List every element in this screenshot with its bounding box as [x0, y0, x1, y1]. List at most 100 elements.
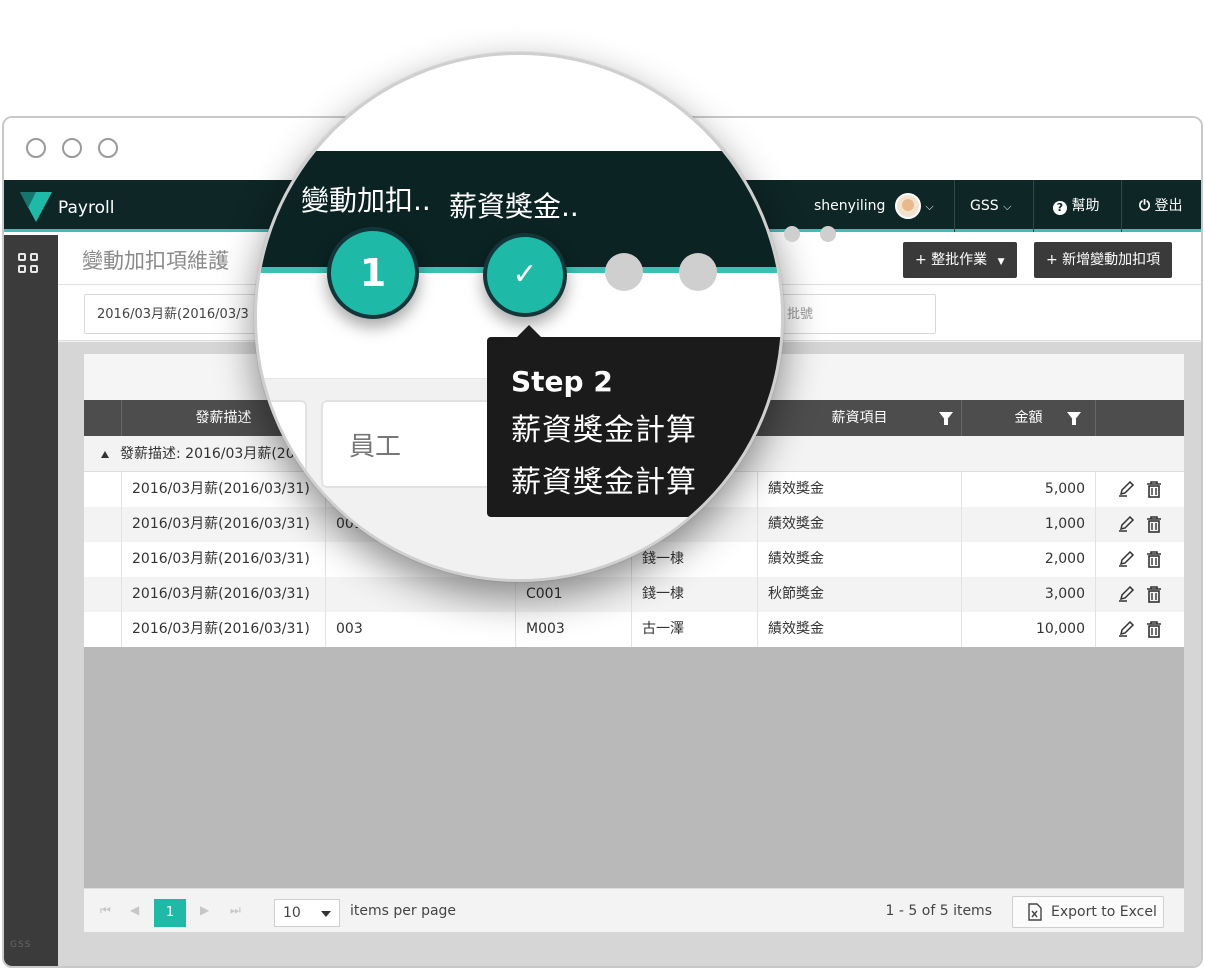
edit-icon[interactable] [1118, 516, 1136, 532]
wizard-step-4[interactable] [679, 253, 717, 291]
wizard-step-2[interactable]: ✓ [483, 233, 567, 317]
row-actions [1096, 577, 1184, 612]
row-indent [84, 507, 122, 542]
row-indent [84, 577, 122, 612]
wizard-tooltip: Step 2 薪資獎金計算 薪資獎金計算 [487, 325, 781, 517]
row-actions [1096, 472, 1184, 507]
table-cell-code: M003 [516, 612, 632, 647]
trash-icon[interactable] [1146, 551, 1162, 568]
first-page-icon[interactable]: ⏮ [100, 903, 111, 918]
pager: ⏮ ◀ 1 ▶ ⏭ 10 items per page 1 - 5 of 5 i… [84, 888, 1184, 932]
wizard-step-title-1: 變動加扣.. [301, 184, 431, 217]
row-actions [1096, 542, 1184, 577]
window-maximize-button[interactable] [98, 138, 118, 158]
table-row[interactable]: 2016/03月薪(2016/03/31) 003 M003 古一澤 績效獎金 10,00… [84, 612, 1184, 647]
add-adjustment-button[interactable]: + 新增變動加扣項 [1034, 242, 1173, 278]
wizard-step-title-2: 薪資獎金.. [449, 190, 579, 223]
filter-icon[interactable] [939, 412, 953, 425]
app-name: Payroll [58, 198, 115, 218]
row-indent [84, 612, 122, 647]
table-cell-amount: 1,000 [962, 507, 1096, 542]
help-link[interactable]: ? 幫助 [1053, 180, 1099, 232]
trash-icon[interactable] [1146, 621, 1162, 638]
user-menu[interactable]: shenyiling ⌵ [814, 180, 934, 232]
pager-summary: 1 - 5 of 5 items [885, 903, 992, 919]
table-cell-item: 績效獎金 [758, 472, 962, 507]
edit-icon[interactable] [1118, 621, 1136, 637]
caret-down-icon: ▼ [997, 257, 1005, 267]
last-page-icon[interactable]: ⏭ [230, 903, 241, 918]
table-cell-name: 古一澤 [632, 612, 758, 647]
screenshot-stage: Payroll shenyiling ⌵ GSS ⌵ ? 幫助 ⏻ 登出 GSS… [0, 0, 1205, 970]
pay-period-select[interactable]: 2016/03月薪(2016/03/3 [84, 294, 264, 334]
page-title: 變動加扣項維護 [82, 249, 229, 273]
column-header-item[interactable]: 薪資項目 [758, 400, 962, 436]
sidebar-footer: GSS [10, 940, 32, 950]
column-header-amount[interactable]: 金額 [962, 400, 1096, 436]
next-page-icon[interactable]: ▶ [200, 903, 209, 917]
lens-window-band [257, 55, 781, 151]
batch-number-input[interactable]: 批號 [772, 294, 936, 334]
edit-icon[interactable] [1118, 551, 1136, 567]
lens-column-card: 員工 [321, 400, 507, 488]
logout-link[interactable]: ⏻ 登出 [1139, 180, 1183, 232]
trash-icon[interactable] [1146, 481, 1162, 498]
window-close-button[interactable] [26, 138, 46, 158]
edit-icon[interactable] [1118, 586, 1136, 602]
power-icon: ⏻ [1139, 198, 1151, 214]
batch-operations-button[interactable]: + 整批作業 ▼ [903, 242, 1017, 278]
lens-card-label: 員工 [349, 432, 402, 462]
edit-icon[interactable] [1118, 481, 1136, 497]
grid-empty-area [84, 650, 1184, 888]
sidebar: GSS [4, 235, 58, 966]
page-size-select[interactable]: 10 [274, 899, 340, 927]
checkmark-icon: ✓ [512, 257, 538, 292]
table-cell-desc: 2016/03月薪(2016/03/31) [122, 577, 326, 612]
filter-icon[interactable] [1067, 412, 1081, 425]
row-indent [84, 472, 122, 507]
items-per-page-label: items per page [350, 903, 457, 919]
grid-icon[interactable] [18, 253, 40, 275]
payroll-logo-icon [20, 192, 52, 222]
lens-column-card [257, 400, 307, 488]
export-excel-button[interactable]: Export to Excel [1012, 896, 1164, 928]
table-cell-item: 績效獎金 [758, 542, 962, 577]
magnifier-lens: 員工 變動加扣.. 薪資獎金.. 1 ✓ Step 2 薪資獎金計算 薪資獎金計… [254, 52, 784, 582]
username: shenyiling [814, 198, 886, 214]
table-cell-name: 錢一棣 [632, 577, 758, 612]
caret-down-icon [321, 911, 331, 917]
table-cell-item: 績效獎金 [758, 507, 962, 542]
wizard-step-3[interactable] [605, 253, 643, 291]
company-menu[interactable]: GSS ⌵ [970, 180, 1011, 232]
chevron-down-icon: ⌵ [1003, 200, 1012, 213]
row-actions [1096, 507, 1184, 542]
logout-label: 登出 [1154, 198, 1183, 214]
batch-operations-label: + 整批作業 [915, 252, 988, 268]
page-number-current[interactable]: 1 [154, 899, 186, 927]
wizard-step-4-outside[interactable] [820, 226, 836, 242]
question-circle-icon: ? [1053, 201, 1067, 215]
export-excel-label: Export to Excel [1051, 904, 1157, 920]
table-cell-amount: 3,000 [962, 577, 1096, 612]
collapse-caret-icon[interactable] [101, 451, 109, 458]
table-row[interactable]: 2016/03月薪(2016/03/31) C001 錢一棣 秋節獎金 3,000 [84, 577, 1184, 612]
table-cell-item: 秋節獎金 [758, 577, 962, 612]
window-minimize-button[interactable] [62, 138, 82, 158]
trash-icon[interactable] [1146, 516, 1162, 533]
wizard-step-1[interactable]: 1 [327, 227, 419, 319]
table-cell-code: C001 [516, 577, 632, 612]
help-label: 幫助 [1071, 198, 1100, 214]
prev-page-icon[interactable]: ◀ [130, 903, 139, 917]
row-indent [84, 542, 122, 577]
tooltip-step-label: Step 2 [511, 365, 613, 398]
wizard-step-3-outside[interactable] [784, 226, 800, 242]
table-cell-item: 績效獎金 [758, 612, 962, 647]
page-size-value: 10 [283, 905, 301, 921]
table-cell-amount: 10,000 [962, 612, 1096, 647]
column-header-amount-label: 金額 [1014, 410, 1043, 426]
table-cell-emp_no: 003 [326, 612, 516, 647]
excel-file-icon [1028, 903, 1042, 921]
table-cell-desc: 2016/03月薪(2016/03/31) [122, 612, 326, 647]
tooltip-title: 薪資獎金計算 [511, 413, 697, 448]
trash-icon[interactable] [1146, 586, 1162, 603]
